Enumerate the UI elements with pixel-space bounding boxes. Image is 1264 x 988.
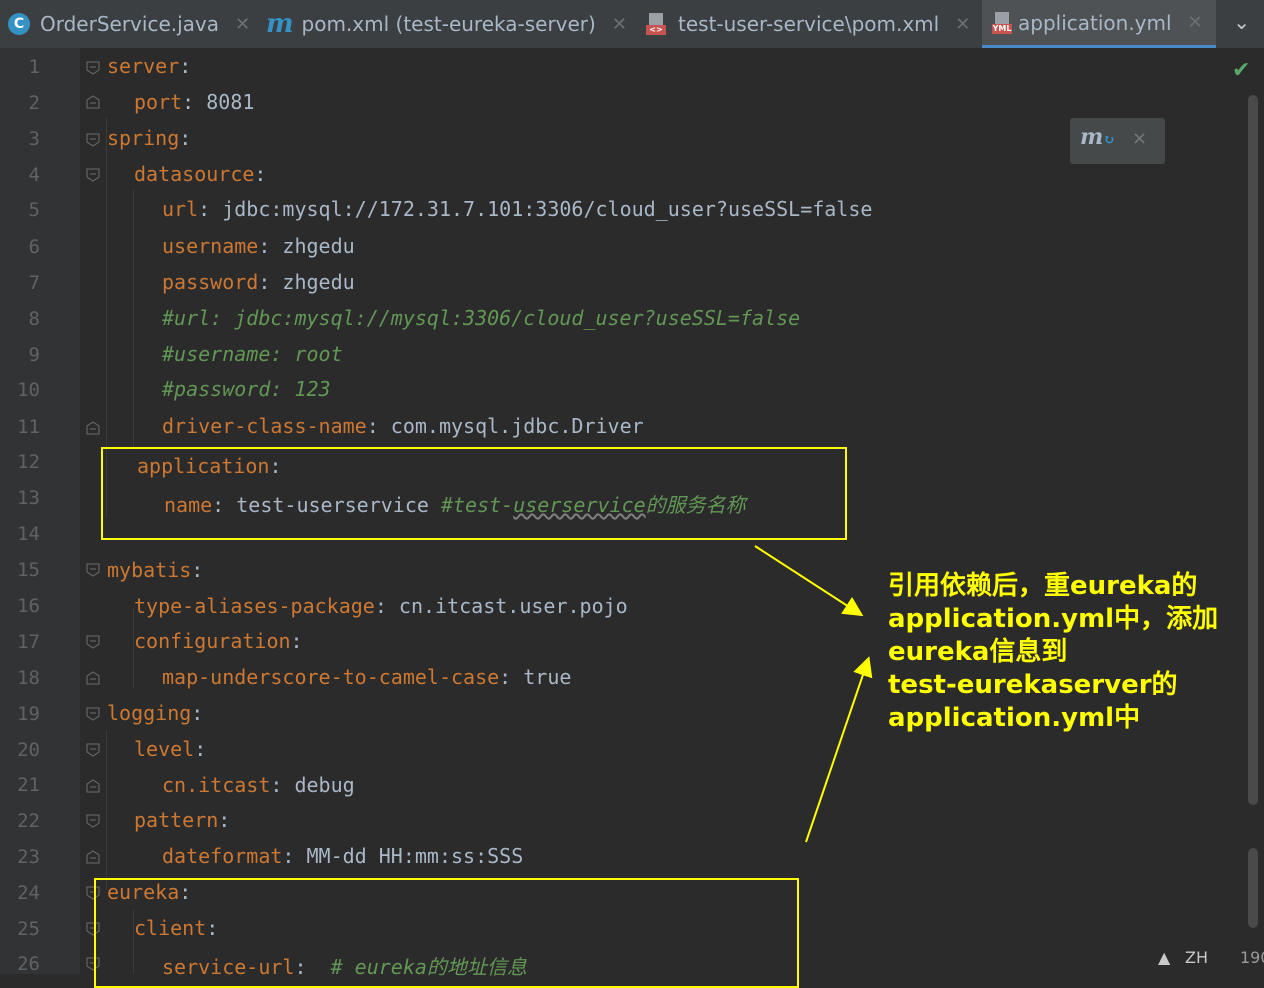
arrow-to-eureka [805,656,873,843]
annotation-note: 引用依赖后，重eureka的 application.yml中，添加 eurek… [888,571,1219,733]
warning-icon[interactable]: ▲ [1158,948,1170,967]
annotation-arrows [754,545,873,843]
status-position: 190 [1240,948,1264,967]
input-language[interactable]: ZH [1185,948,1208,967]
arrow-to-application [754,545,864,617]
